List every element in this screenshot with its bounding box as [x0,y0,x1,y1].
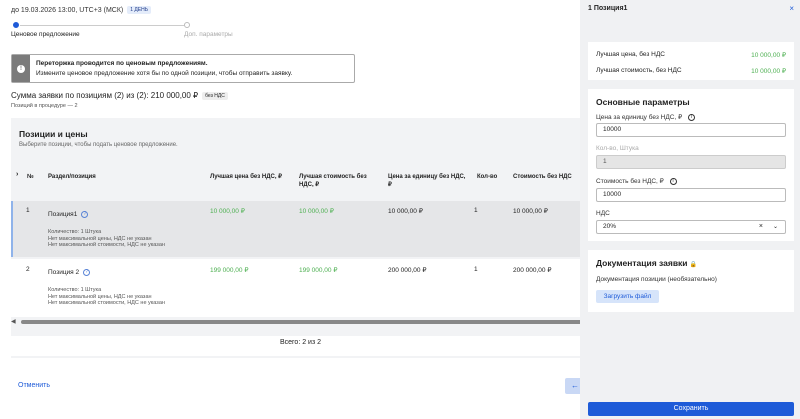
col-cost: Стоимость без НДС [513,174,572,180]
row-best-price: 199 000,00 ₽ [210,267,249,274]
section-title: Позиции и цены [19,129,88,139]
position-panel: 1 Позиция1 × Лучшая цена, без НДС 10 000… [580,0,800,419]
qty-input: 1 [596,155,786,169]
params-title: Основные параметры [596,97,690,107]
upload-file-button[interactable]: Загрузить файл [596,290,659,303]
alert-title: Переторжка проводится по ценовым предлож… [36,60,208,67]
summary: Сумма заявки по позициям (2) из (2): 210… [11,91,228,100]
step-2-dot[interactable] [184,22,190,28]
nds-label: НДС [596,210,610,217]
detail-line: Нет максимальной стоимости, НДС не указа… [48,300,165,306]
col-num: № [27,174,34,180]
info-icon: ! [17,64,25,73]
deadline-text: до 19.03.2026 13:00, UTC+3 (МСК) [11,6,124,14]
row-cost: 10 000,00 ₽ [513,208,548,215]
info-icon[interactable]: ? [83,269,91,276]
row-num: 2 [26,266,30,273]
alert-bar: ! [12,55,30,82]
expand-all-icon[interactable]: › [16,171,18,179]
nds-select[interactable]: 20% × ⌄ [596,220,786,234]
info-icon[interactable]: i [669,177,677,185]
detail-line: Нет максимальной стоимости, НДС не указа… [48,242,165,248]
best-price-label: Лучшая цена, без НДС [596,51,665,58]
col-qty: Кол-во [477,174,498,180]
docs-label: Документация позиции (необязательно) [596,276,717,283]
lock-icon: 🔒 [689,262,698,268]
qty-label: Кол-во, Штука [596,145,639,152]
row-best-price: 10 000,00 ₽ [210,208,245,215]
cancel-button[interactable]: Отменить [18,382,50,389]
row-num: 1 [26,207,30,214]
unit-price-label: Цена за единицу без НДС, ₽ i [596,113,695,121]
step-connector [20,25,184,26]
cost-label-text: Стоимость без НДС, ₽ [596,178,664,185]
best-cost-value: 10 000,00 ₽ [751,68,786,75]
scrollbar-thumb[interactable] [21,320,590,324]
col-section: Раздел/позиция [48,174,96,180]
alert-box: ! Переторжка проводится по ценовым предл… [11,54,355,83]
col-best-cost: Лучшая стоимость без НДС, ₽ [299,174,367,188]
clear-icon[interactable]: × [759,221,763,233]
row-details: Количество: 1 Штука Нет максимальной цен… [48,229,165,249]
row-cost: 200 000,00 ₽ [513,267,552,274]
unit-price-label-text: Цена за единицу без НДС, ₽ [596,114,683,121]
chevron-down-icon[interactable]: ⌄ [773,221,778,233]
main-page: до 19.03.2026 13:00, UTC+3 (МСК) 1 ДЕНЬ Ц… [0,0,590,419]
docs-title-text: Документация заявки [596,258,688,268]
row-name-text: Позиция 2 [48,269,80,277]
summary-text: Сумма заявки по позициям (2) из (2): 210… [11,91,199,100]
col-unit-price: Цена за единицу без НДС, ₽ [388,174,466,188]
section-subtitle: Выберите позиции, чтобы подать ценовое п… [19,142,178,148]
scroll-left-icon[interactable]: ◀ [11,319,16,325]
deadline: до 19.03.2026 13:00, UTC+3 (МСК) 1 ДЕНЬ [11,6,152,14]
row-name[interactable]: Позиция1? [48,211,89,219]
row-name[interactable]: Позиция 2? [48,269,91,277]
row-name-text: Позиция1 [48,211,78,219]
table-row-2[interactable]: 2 Позиция 2? 199 000,00 ₽ 199 000,00 ₽ 2… [11,259,590,317]
day-badge: 1 ДЕНЬ [127,6,152,14]
row-unit-price: 200 000,00 ₽ [388,267,427,274]
step-1-label[interactable]: Ценовое предложение [11,31,80,38]
cost-label: Стоимость без НДС, ₽ i [596,177,677,185]
close-icon[interactable]: × [789,4,794,13]
best-price-value: 10 000,00 ₽ [751,52,786,59]
table-row-1[interactable]: 1 Позиция1? 10 000,00 ₽ 10 000,00 ₽ 10 0… [11,201,590,257]
step-1-dot[interactable] [13,22,19,28]
best-cost-label: Лучшая стоимость, без НДС [596,67,682,74]
panel-title: 1 Позиция1 [588,5,628,12]
row-best-cost: 10 000,00 ₽ [299,208,334,215]
row-qty: 1 [474,266,478,273]
docs-title: Документация заявки 🔒 [596,258,697,268]
nds-value: 20% [603,223,617,230]
nds-badge: без НДС [202,91,228,100]
docs-card: Документация заявки 🔒 Документация позиц… [588,250,794,312]
positions-note: Позиций в процедуре — 2 [11,103,78,109]
row-details: Количество: 1 Штука Нет максимальной цен… [48,287,165,307]
cost-input[interactable]: 10000 [596,188,786,202]
col-best-price: Лучшая цена без НДС, ₽ [210,174,282,180]
info-icon[interactable]: i [688,113,695,121]
save-button[interactable]: Сохранить [588,402,794,416]
horizontal-scrollbar[interactable]: ◀ [11,319,590,325]
best-values-card: Лучшая цена, без НДС 10 000,00 ₽ Лучшая … [588,42,794,80]
alert-text: Измените ценовое предложение хотя бы по … [36,70,293,77]
row-unit-price: 10 000,00 ₽ [388,208,423,215]
row-qty: 1 [474,207,478,214]
step-2-label[interactable]: Доп. параметры [184,31,233,38]
row-best-cost: 199 000,00 ₽ [299,267,338,274]
info-icon[interactable]: ? [81,211,89,218]
unit-price-input[interactable]: 10000 [596,123,786,137]
params-card: Основные параметры Цена за единицу без Н… [588,89,794,241]
table-total: Всего: 2 из 2 [11,336,590,356]
